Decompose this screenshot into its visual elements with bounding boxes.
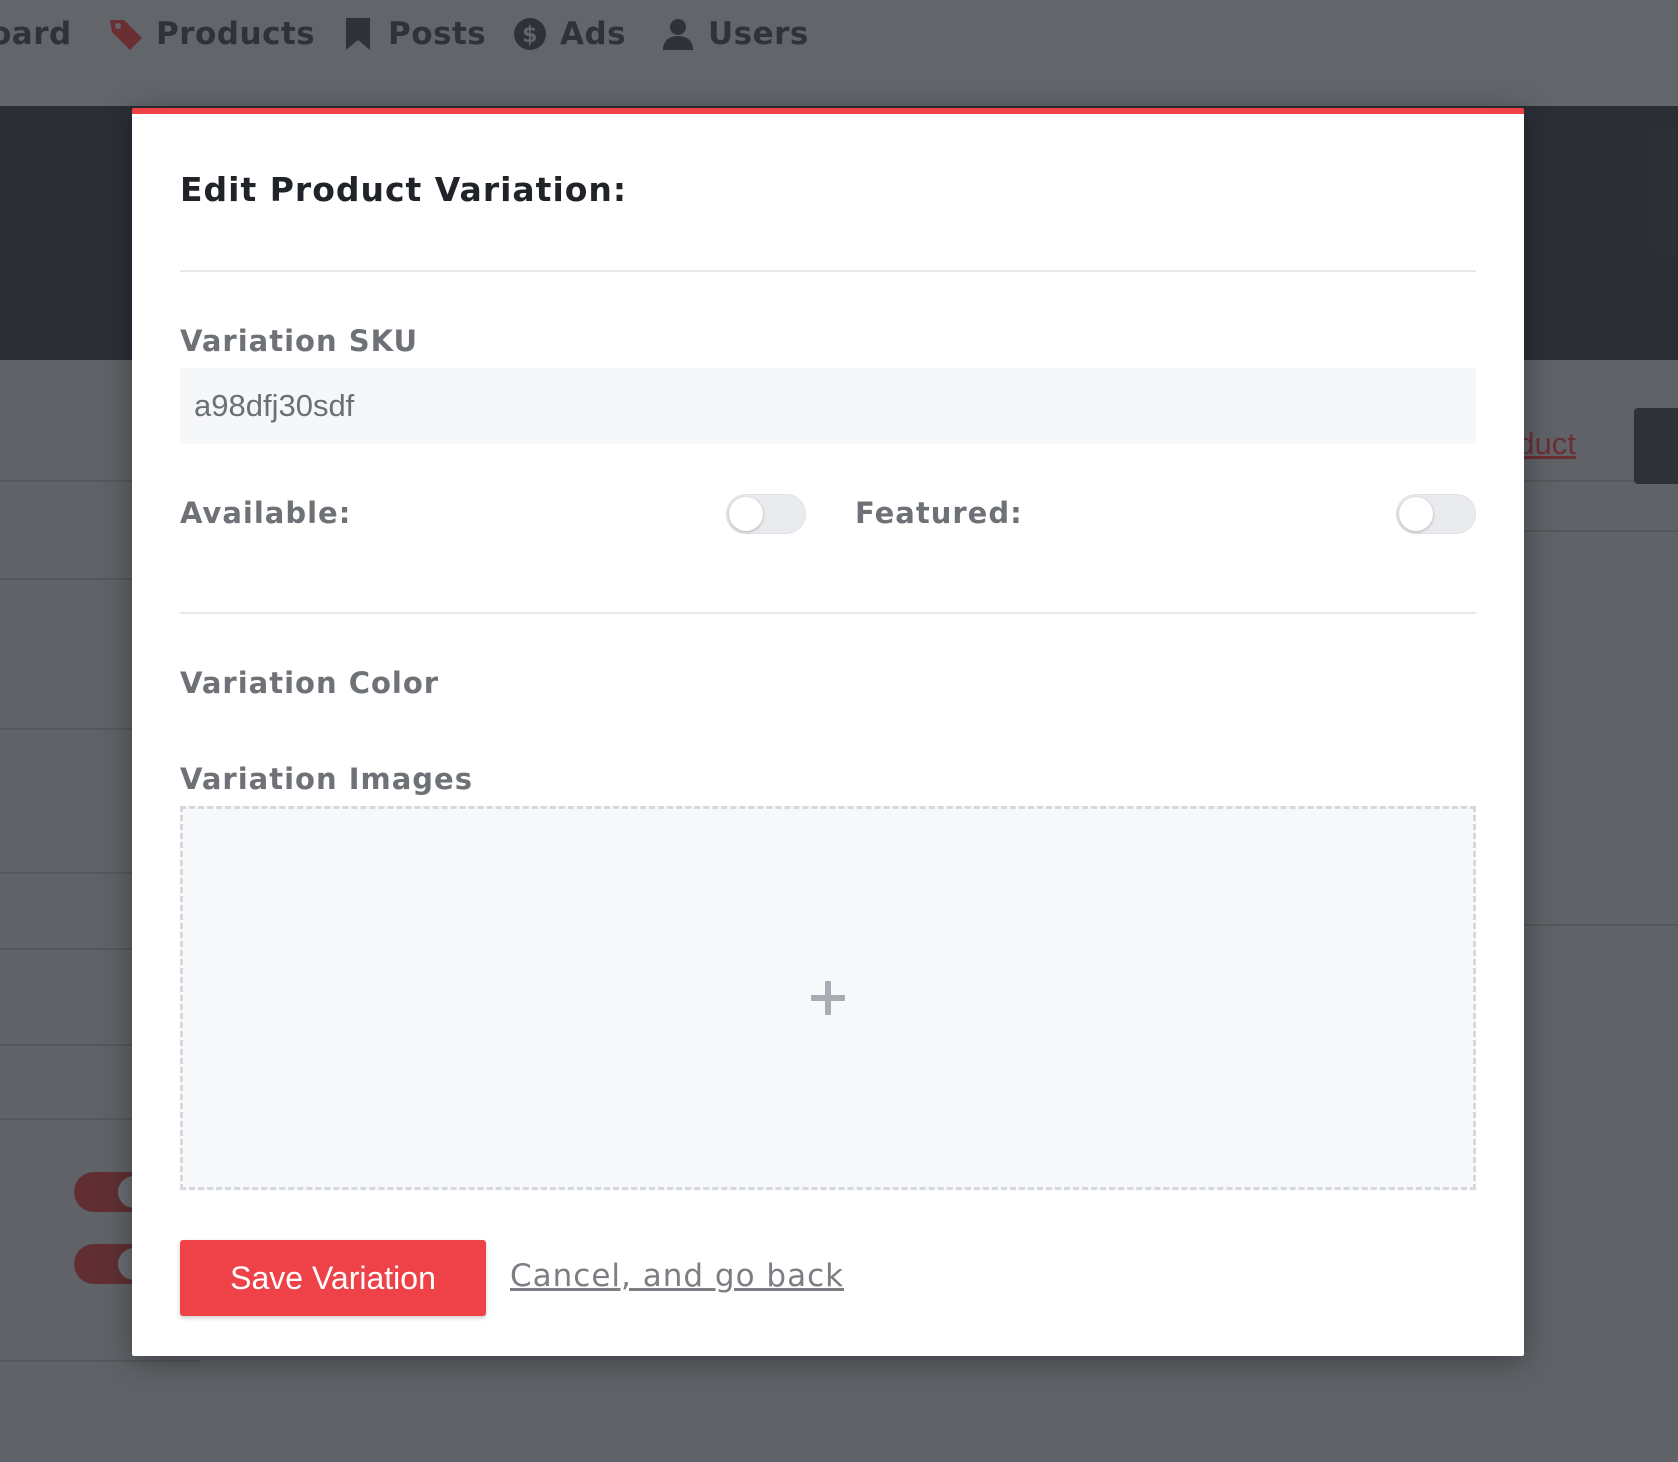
featured-label: Featured: — [855, 496, 1023, 530]
color-label: Variation Color — [180, 666, 440, 700]
divider — [180, 612, 1476, 614]
sku-input[interactable] — [180, 368, 1476, 444]
toggle-knob — [729, 497, 763, 531]
featured-toggle[interactable] — [1396, 494, 1476, 534]
image-dropzone[interactable] — [180, 806, 1476, 1190]
plus-icon[interactable] — [811, 981, 845, 1015]
save-variation-button[interactable]: Save Variation — [180, 1240, 486, 1316]
sku-label: Variation SKU — [180, 324, 419, 358]
available-toggle[interactable] — [726, 494, 806, 534]
images-label: Variation Images — [180, 762, 473, 796]
toggle-knob — [1399, 497, 1433, 531]
modal-title: Edit Product Variation: — [180, 170, 628, 209]
available-label: Available: — [180, 496, 352, 530]
edit-variation-modal: Edit Product Variation: Variation SKU Av… — [132, 108, 1524, 1356]
divider — [180, 270, 1476, 272]
cancel-link[interactable]: Cancel, and go back — [510, 1258, 844, 1294]
